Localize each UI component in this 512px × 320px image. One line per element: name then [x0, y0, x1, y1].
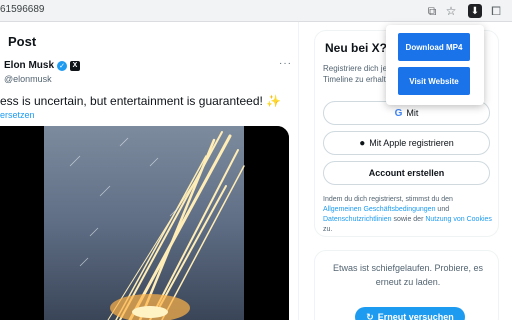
tweet-text: ess is uncertain, but entertainment is g… [0, 94, 281, 108]
apple-signup-button[interactable]: ● Mit Apple registrieren [323, 131, 490, 155]
apple-signup-label: Mit Apple registrieren [369, 138, 454, 148]
address-bar-url[interactable]: 61596689 [0, 4, 45, 15]
terms-prefix: Indem du dich registrierst, stimmst du d… [323, 196, 453, 203]
terms-suffix: zu. [323, 226, 333, 233]
error-card: Etwas ist schiefgelaufen. Probiere, es e… [314, 250, 499, 320]
browser-toolbar: 61596689 ⧉ ☆ ⬇ ⧠ [0, 0, 512, 22]
author-handle[interactable]: @elonmusk [4, 74, 52, 84]
terms-link[interactable]: Allgemeinen Geschäftsbedingungen [323, 206, 435, 213]
privacy-link[interactable]: Datenschutzrichtlinien [323, 216, 391, 223]
retry-label: Erneut versuchen [377, 312, 454, 320]
refresh-icon: ↻ [366, 311, 374, 320]
verified-badge-icon: ✓ [57, 60, 68, 71]
retry-button[interactable]: ↻ Erneut versuchen [355, 307, 465, 320]
translate-link[interactable]: ersetzen [0, 110, 35, 120]
create-account-button[interactable]: Account erstellen [323, 161, 490, 185]
download-extension-icon[interactable]: ⬇ [468, 4, 482, 18]
page-title: Post [8, 34, 37, 49]
tweet-body: ess is uncertain, but entertainment is g… [0, 94, 263, 108]
video-frame [0, 126, 289, 320]
extensions-puzzle-icon[interactable]: ⧠ [488, 3, 504, 19]
google-signup-label: Mit [406, 108, 419, 118]
error-message: Etwas ist schiefgelaufen. Probiere, es e… [332, 263, 484, 287]
terms-and: und [437, 206, 450, 213]
main-feed: Post Elon Musk ✓ X @elonmusk ··· ess is … [0, 22, 299, 320]
author-name-text[interactable]: Elon Musk [4, 60, 54, 71]
create-account-label: Account erstellen [368, 168, 445, 178]
signup-title: Neu bei X? [325, 41, 388, 55]
tweet-video[interactable] [0, 126, 289, 320]
apple-icon: ● [359, 137, 366, 149]
terms-middle: sowie der [393, 216, 424, 223]
terms-notice: Indem du dich registrierst, stimmst du d… [323, 195, 493, 235]
extension-popup: Download MP4 Visit Website [386, 25, 484, 105]
bookmark-star-icon[interactable]: ☆ [443, 3, 459, 19]
x-affiliation-icon: X [70, 60, 81, 71]
author-name[interactable]: Elon Musk ✓ X [4, 60, 81, 71]
visit-website-button[interactable]: Visit Website [398, 67, 470, 95]
download-mp4-button[interactable]: Download MP4 [398, 33, 470, 61]
google-icon: G [394, 107, 403, 119]
cookies-link[interactable]: Nutzung von Cookies [425, 216, 492, 223]
more-options-icon[interactable]: ··· [279, 58, 292, 69]
install-app-icon[interactable]: ⧉ [424, 3, 440, 19]
sparkles-emoji: ✨ [266, 94, 282, 108]
